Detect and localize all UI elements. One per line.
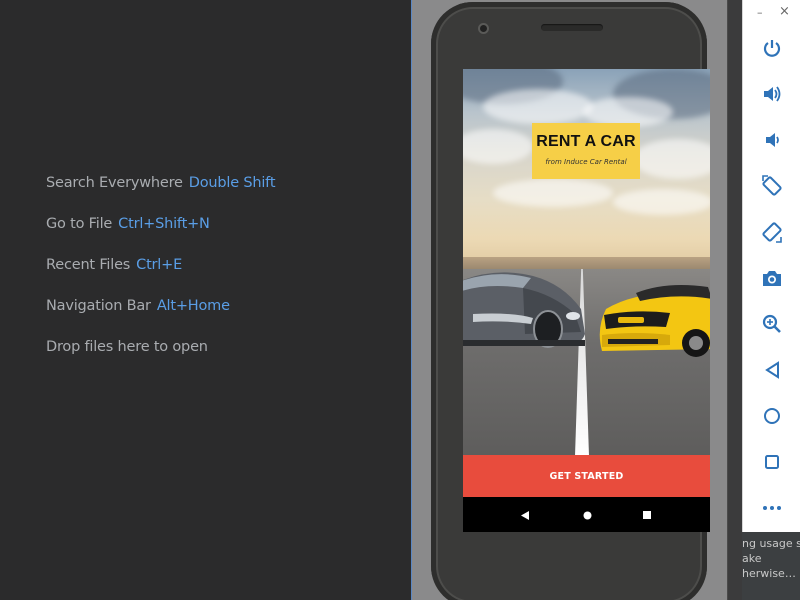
rotate-left-icon[interactable] bbox=[759, 173, 785, 199]
overview-icon[interactable] bbox=[759, 449, 785, 475]
phone-frame: RENT A CAR from Induce Car Rental GET ST… bbox=[431, 2, 710, 600]
hint-navigation-bar: Navigation Bar Alt+Home bbox=[46, 298, 230, 314]
notification-line: ake bbox=[742, 552, 762, 565]
hint-shortcut: Double Shift bbox=[188, 175, 276, 191]
hint-go-to-file: Go to File Ctrl+Shift+N bbox=[46, 216, 210, 232]
front-camera bbox=[478, 23, 489, 34]
hint-shortcut: Ctrl+Shift+N bbox=[118, 216, 210, 232]
camera-icon[interactable] bbox=[759, 265, 785, 291]
rotate-right-icon[interactable] bbox=[759, 219, 785, 245]
earpiece-speaker bbox=[541, 24, 603, 31]
yellow-muscle-car-image bbox=[599, 285, 710, 357]
ide-notification-balloon[interactable]: ng usage s ake herwise… bbox=[742, 532, 800, 600]
hint-label: Drop files here to open bbox=[46, 339, 208, 355]
title-card: RENT A CAR from Induce Car Rental bbox=[532, 123, 640, 179]
close-button[interactable]: × bbox=[779, 4, 790, 19]
app-title: RENT A CAR bbox=[536, 133, 636, 150]
get-started-button[interactable]: GET STARTED bbox=[463, 455, 710, 497]
hint-label: Go to File bbox=[46, 216, 113, 232]
hint-label: Search Everywhere bbox=[46, 175, 183, 191]
hint-drop-files: Drop files here to open bbox=[46, 339, 208, 355]
hint-label: Navigation Bar bbox=[46, 298, 151, 314]
nav-back-icon[interactable] bbox=[517, 507, 533, 523]
app-subtitle: from Induce Car Rental bbox=[545, 158, 627, 166]
hint-recent-files: Recent Files Ctrl+E bbox=[46, 257, 182, 273]
android-navigation-bar bbox=[463, 497, 710, 532]
power-icon[interactable] bbox=[759, 35, 785, 61]
hint-shortcut: Alt+Home bbox=[156, 298, 230, 314]
emulator-window: RENT A CAR from Induce Car Rental GET ST… bbox=[411, 0, 728, 600]
emulator-toolbar-divider bbox=[728, 0, 742, 600]
hint-label: Recent Files bbox=[46, 257, 131, 273]
nav-home-icon[interactable] bbox=[579, 507, 595, 523]
minimize-button[interactable]: – bbox=[757, 6, 763, 19]
hint-search-everywhere: Search Everywhere Double Shift bbox=[46, 175, 276, 191]
volume-up-icon[interactable] bbox=[759, 81, 785, 107]
zoom-icon[interactable] bbox=[759, 311, 785, 337]
more-icon[interactable] bbox=[759, 495, 785, 521]
device-screen[interactable]: RENT A CAR from Induce Car Rental GET ST… bbox=[463, 69, 710, 532]
home-icon[interactable] bbox=[759, 403, 785, 429]
nav-overview-icon[interactable] bbox=[639, 507, 655, 523]
notification-line: ng usage s bbox=[742, 537, 800, 550]
editor-empty-state: Search Everywhere Double Shift Go to File… bbox=[0, 0, 411, 600]
emulator-side-toolbar: – × bbox=[742, 0, 800, 532]
dark-sports-car-image bbox=[463, 272, 585, 348]
notification-line: herwise… bbox=[742, 567, 796, 580]
volume-down-icon[interactable] bbox=[759, 127, 785, 153]
hint-shortcut: Ctrl+E bbox=[136, 257, 183, 273]
back-icon[interactable] bbox=[759, 357, 785, 383]
